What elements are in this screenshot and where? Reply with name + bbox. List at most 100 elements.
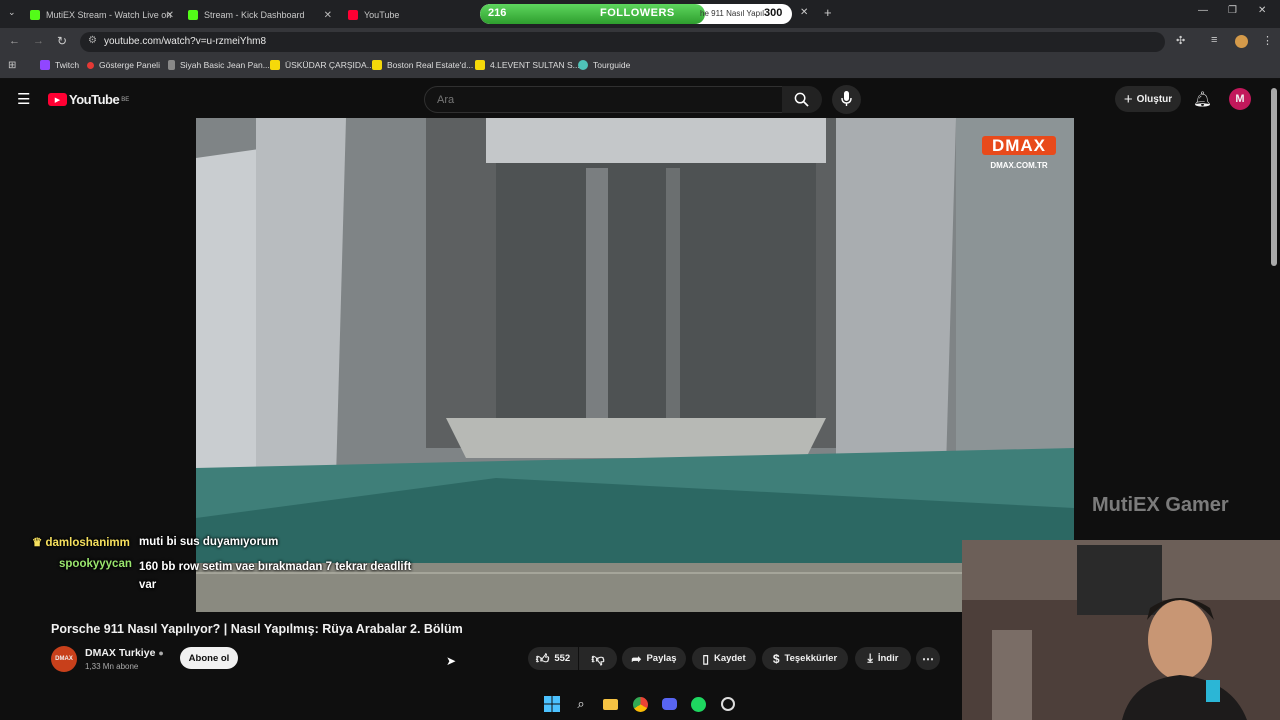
bookmarks-bar: ⊞ Twitch Gösterge Paneli Siyah Basic Jea… <box>0 56 1280 79</box>
video-frame-car-body <box>196 118 1074 612</box>
maximize-icon[interactable]: ❐ <box>1228 5 1237 16</box>
file-explorer-icon[interactable] <box>600 694 620 714</box>
apps-grid-icon[interactable]: ⊞ <box>8 60 16 71</box>
tab-title: YouTube <box>364 10 400 20</box>
youtube-icon <box>348 10 358 20</box>
bookmark-label: Tourguide <box>593 60 631 70</box>
create-label: Oluştur <box>1136 93 1173 105</box>
voice-search-button[interactable] <box>832 85 861 114</box>
dislike-button[interactable]: 👎︎ <box>579 647 617 670</box>
tab-search-chevron-icon[interactable]: ⌄ <box>8 7 16 18</box>
video-player[interactable] <box>196 118 1074 612</box>
bookmark-jean[interactable]: Siyah Basic Jean Pan... <box>168 60 270 70</box>
save-label: Kaydet <box>713 653 746 664</box>
close-icon[interactable]: ✕ <box>800 7 808 18</box>
chat-message: ♛ damloshanimm <box>32 535 130 549</box>
like-button[interactable]: 👍︎ 552 <box>528 647 578 670</box>
subscribe-button[interactable]: Abone ol <box>180 647 238 669</box>
chrome-icon[interactable] <box>630 694 650 714</box>
media-icon[interactable]: ≡ <box>1211 34 1217 46</box>
kick-icon <box>30 10 40 20</box>
os-taskbar: ⌕ <box>535 690 745 718</box>
plus-icon: + <box>1123 90 1133 108</box>
search-button[interactable] <box>782 86 822 113</box>
tab-kick-dashboard[interactable]: Stream - Kick Dashboard ✕ <box>188 4 338 26</box>
channel-avatar[interactable]: DMAX <box>51 646 77 672</box>
forward-icon[interactable]: → <box>33 35 44 47</box>
menu-icon[interactable]: ⋮ <box>1262 34 1273 47</box>
site-info-icon[interactable]: ⚙ <box>88 35 97 46</box>
reload-icon[interactable]: ↻ <box>57 34 67 48</box>
streamer-watermark: MutiEX Gamer <box>1092 494 1229 517</box>
window-close-icon[interactable]: ✕ <box>1258 5 1266 16</box>
spotify-icon[interactable] <box>688 694 708 714</box>
microphone-icon <box>841 91 852 106</box>
dmax-site-text: DMAX.COM.TR <box>990 161 1048 170</box>
video-title: Porsche 911 Nasıl Yapılıyor? | Nasıl Yap… <box>51 622 463 636</box>
dmax-logo-text: DMAX <box>982 136 1056 155</box>
bookmark-levent[interactable]: 4.LEVENT SULTAN S... <box>475 60 580 70</box>
discord-icon[interactable] <box>659 694 679 714</box>
extensions-icon[interactable]: ✣ <box>1176 34 1185 47</box>
chat-text: 160 bb row setim vae bırakmadan 7 tekrar… <box>139 561 412 591</box>
webcam-overlay <box>962 540 1280 720</box>
bookmark-label: Twitch <box>55 60 80 70</box>
chat-text: muti bi sus duyamıyorum <box>139 536 279 548</box>
url-field[interactable]: ⚙ youtube.com/watch?v=u-rzmeiYhm8 <box>80 32 1165 52</box>
create-button[interactable]: + Oluştur <box>1115 86 1181 112</box>
profile-icon[interactable] <box>1235 35 1248 48</box>
share-label: Paylaş <box>646 653 677 664</box>
tab-youtube[interactable]: YouTube <box>348 4 478 26</box>
back-icon[interactable]: ← <box>9 35 20 47</box>
play-logo-icon: ▶ <box>48 93 67 106</box>
youtube-logo[interactable]: ▶ YouTube BE <box>48 92 129 107</box>
account-avatar[interactable]: M <box>1229 88 1251 110</box>
more-actions-button[interactable]: ⋯ <box>916 647 940 670</box>
thumbs-down-icon: 👎︎ <box>591 650 605 666</box>
page-scrollbar[interactable] <box>1271 88 1277 266</box>
watermark-text: MutiEX Gamer <box>1092 494 1229 516</box>
subscriber-count: 1,33 Mn abone <box>85 662 139 671</box>
bookmark-label: 4.LEVENT SULTAN S... <box>490 60 580 70</box>
bookmark-favicon <box>578 60 588 70</box>
bookmark-twitch[interactable]: Twitch <box>40 60 79 70</box>
close-icon[interactable]: ✕ <box>324 10 332 21</box>
channel-name-link[interactable]: DMAX Turkiye ● <box>85 647 164 659</box>
mouse-cursor-icon: ➤ <box>446 654 457 668</box>
search-icon <box>794 92 809 107</box>
share-icon: ➦ <box>631 651 642 666</box>
minimize-icon[interactable]: — <box>1198 5 1208 16</box>
tab-title: MutiEX Stream - Watch Live on <box>46 10 172 20</box>
obs-icon[interactable] <box>718 694 738 714</box>
bookmark-label: Siyah Basic Jean Pan... <box>180 60 270 70</box>
new-tab-icon[interactable]: + <box>824 5 832 20</box>
bookmark-uskudar[interactable]: ÜSKÜDAR ÇARŞIDA... <box>270 60 374 70</box>
thanks-button[interactable]: $ Teşekkürler <box>762 647 848 670</box>
bookmark-boston[interactable]: Boston Real Estate'd... <box>372 60 473 70</box>
bookmark-favicon <box>475 60 485 70</box>
download-button[interactable]: ⤓ İndir <box>855 647 911 670</box>
search-input[interactable] <box>435 91 769 109</box>
search-box[interactable] <box>424 86 784 113</box>
save-button[interactable]: ▯ Kaydet <box>692 647 756 670</box>
notifications-bell-icon[interactable]: 🔔︎ <box>1193 90 1212 108</box>
hamburger-icon[interactable]: ☰ <box>17 90 30 108</box>
close-icon[interactable]: ✕ <box>166 10 174 21</box>
more-icon: ⋯ <box>922 651 934 666</box>
search-icon[interactable]: ⌕ <box>571 694 591 714</box>
tab-title: he 911 Nasıl Yapıl <box>700 9 765 18</box>
twitch-icon <box>40 60 50 70</box>
channel-name: DMAX Turkiye <box>85 647 156 659</box>
windows-icon[interactable] <box>542 694 562 714</box>
bookmark-gosterge[interactable]: Gösterge Paneli <box>87 60 160 70</box>
bookmark-label: ÜSKÜDAR ÇARŞIDA... <box>285 60 374 70</box>
bookmark-favicon <box>87 61 94 69</box>
bookmark-label: Boston Real Estate'd... <box>387 60 474 70</box>
tab-title: Stream - Kick Dashboard <box>204 10 305 20</box>
share-button[interactable]: ➦ Paylaş <box>622 647 686 670</box>
followers-current: 216 <box>488 7 507 19</box>
followers-goal: 300 <box>764 7 783 19</box>
tab-mutiex-stream[interactable]: MutiEX Stream - Watch Live on ✕ <box>30 4 180 26</box>
chat-username: spookyyycan <box>59 558 132 570</box>
bookmark-tourguide[interactable]: Tourguide <box>578 60 630 70</box>
